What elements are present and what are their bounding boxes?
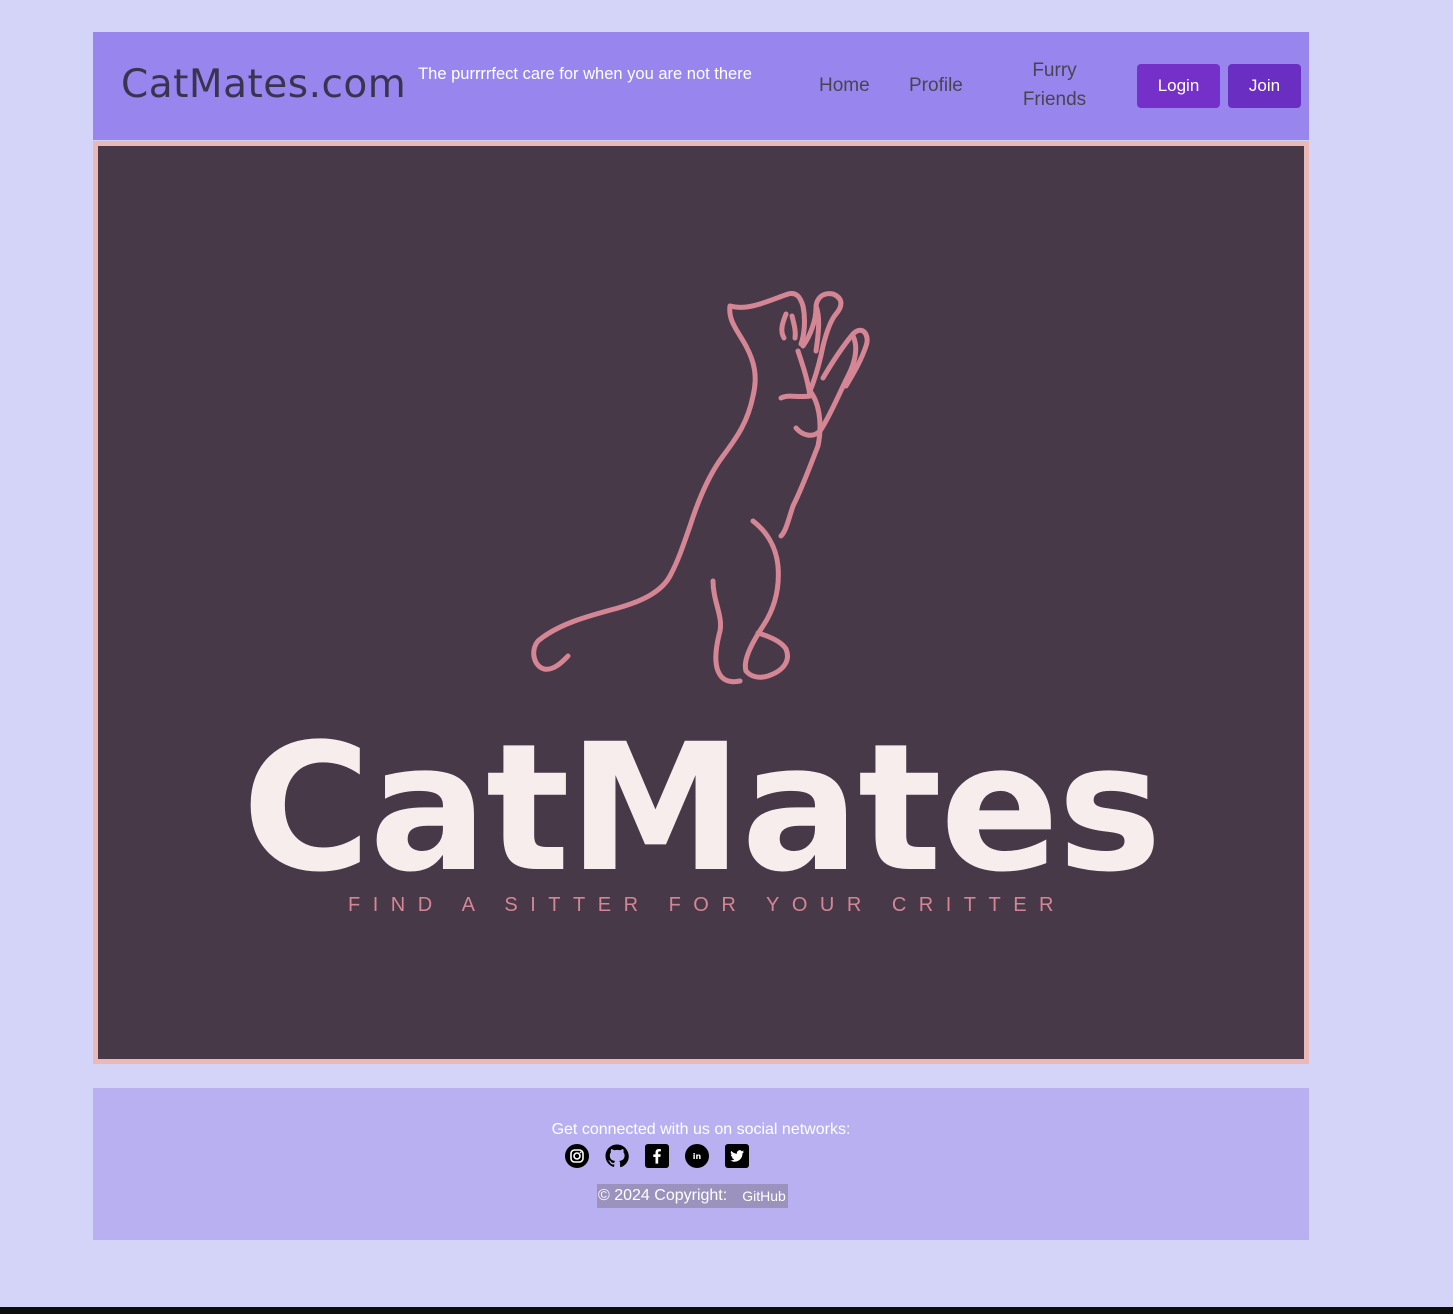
social-icons-row: in xyxy=(565,1144,749,1168)
nav-home-link[interactable]: Home xyxy=(819,71,870,100)
footer: Get connected with us on social networks… xyxy=(93,1088,1309,1240)
navbar: CatMates.com The purrrrfect care for whe… xyxy=(93,32,1309,140)
login-button[interactable]: Login xyxy=(1137,64,1220,108)
nav-profile-link[interactable]: Profile xyxy=(909,71,963,100)
facebook-icon[interactable] xyxy=(645,1144,669,1168)
github-link[interactable]: GitHub xyxy=(742,1188,787,1204)
twitter-icon[interactable] xyxy=(725,1144,749,1168)
join-button[interactable]: Join xyxy=(1228,64,1301,108)
brand-logo-text[interactable]: CatMates.com xyxy=(121,62,406,107)
github-icon[interactable] xyxy=(605,1144,629,1168)
hero-banner: CatMates FIND A SITTER FOR YOUR CRITTER xyxy=(93,141,1309,1064)
svg-text:in: in xyxy=(693,1152,702,1161)
bottom-edge-bar xyxy=(0,1307,1453,1314)
copyright-text: © 2024 Copyright: xyxy=(598,1187,728,1204)
cat-line-art-icon xyxy=(531,291,870,685)
tagline: The purrrrfect care for when you are not… xyxy=(418,65,752,83)
hero-title: CatMates xyxy=(241,706,1162,911)
hero-subtitle: FIND A SITTER FOR YOUR CRITTER xyxy=(348,894,1066,916)
nav-furry-friends-link[interactable]: Furry Friends xyxy=(1008,56,1101,114)
social-networks-text: Get connected with us on social networks… xyxy=(551,1121,851,1138)
linkedin-icon[interactable]: in xyxy=(685,1144,709,1168)
instagram-icon[interactable] xyxy=(565,1144,589,1168)
copyright-bar: © 2024 Copyright: GitHub xyxy=(597,1184,788,1208)
